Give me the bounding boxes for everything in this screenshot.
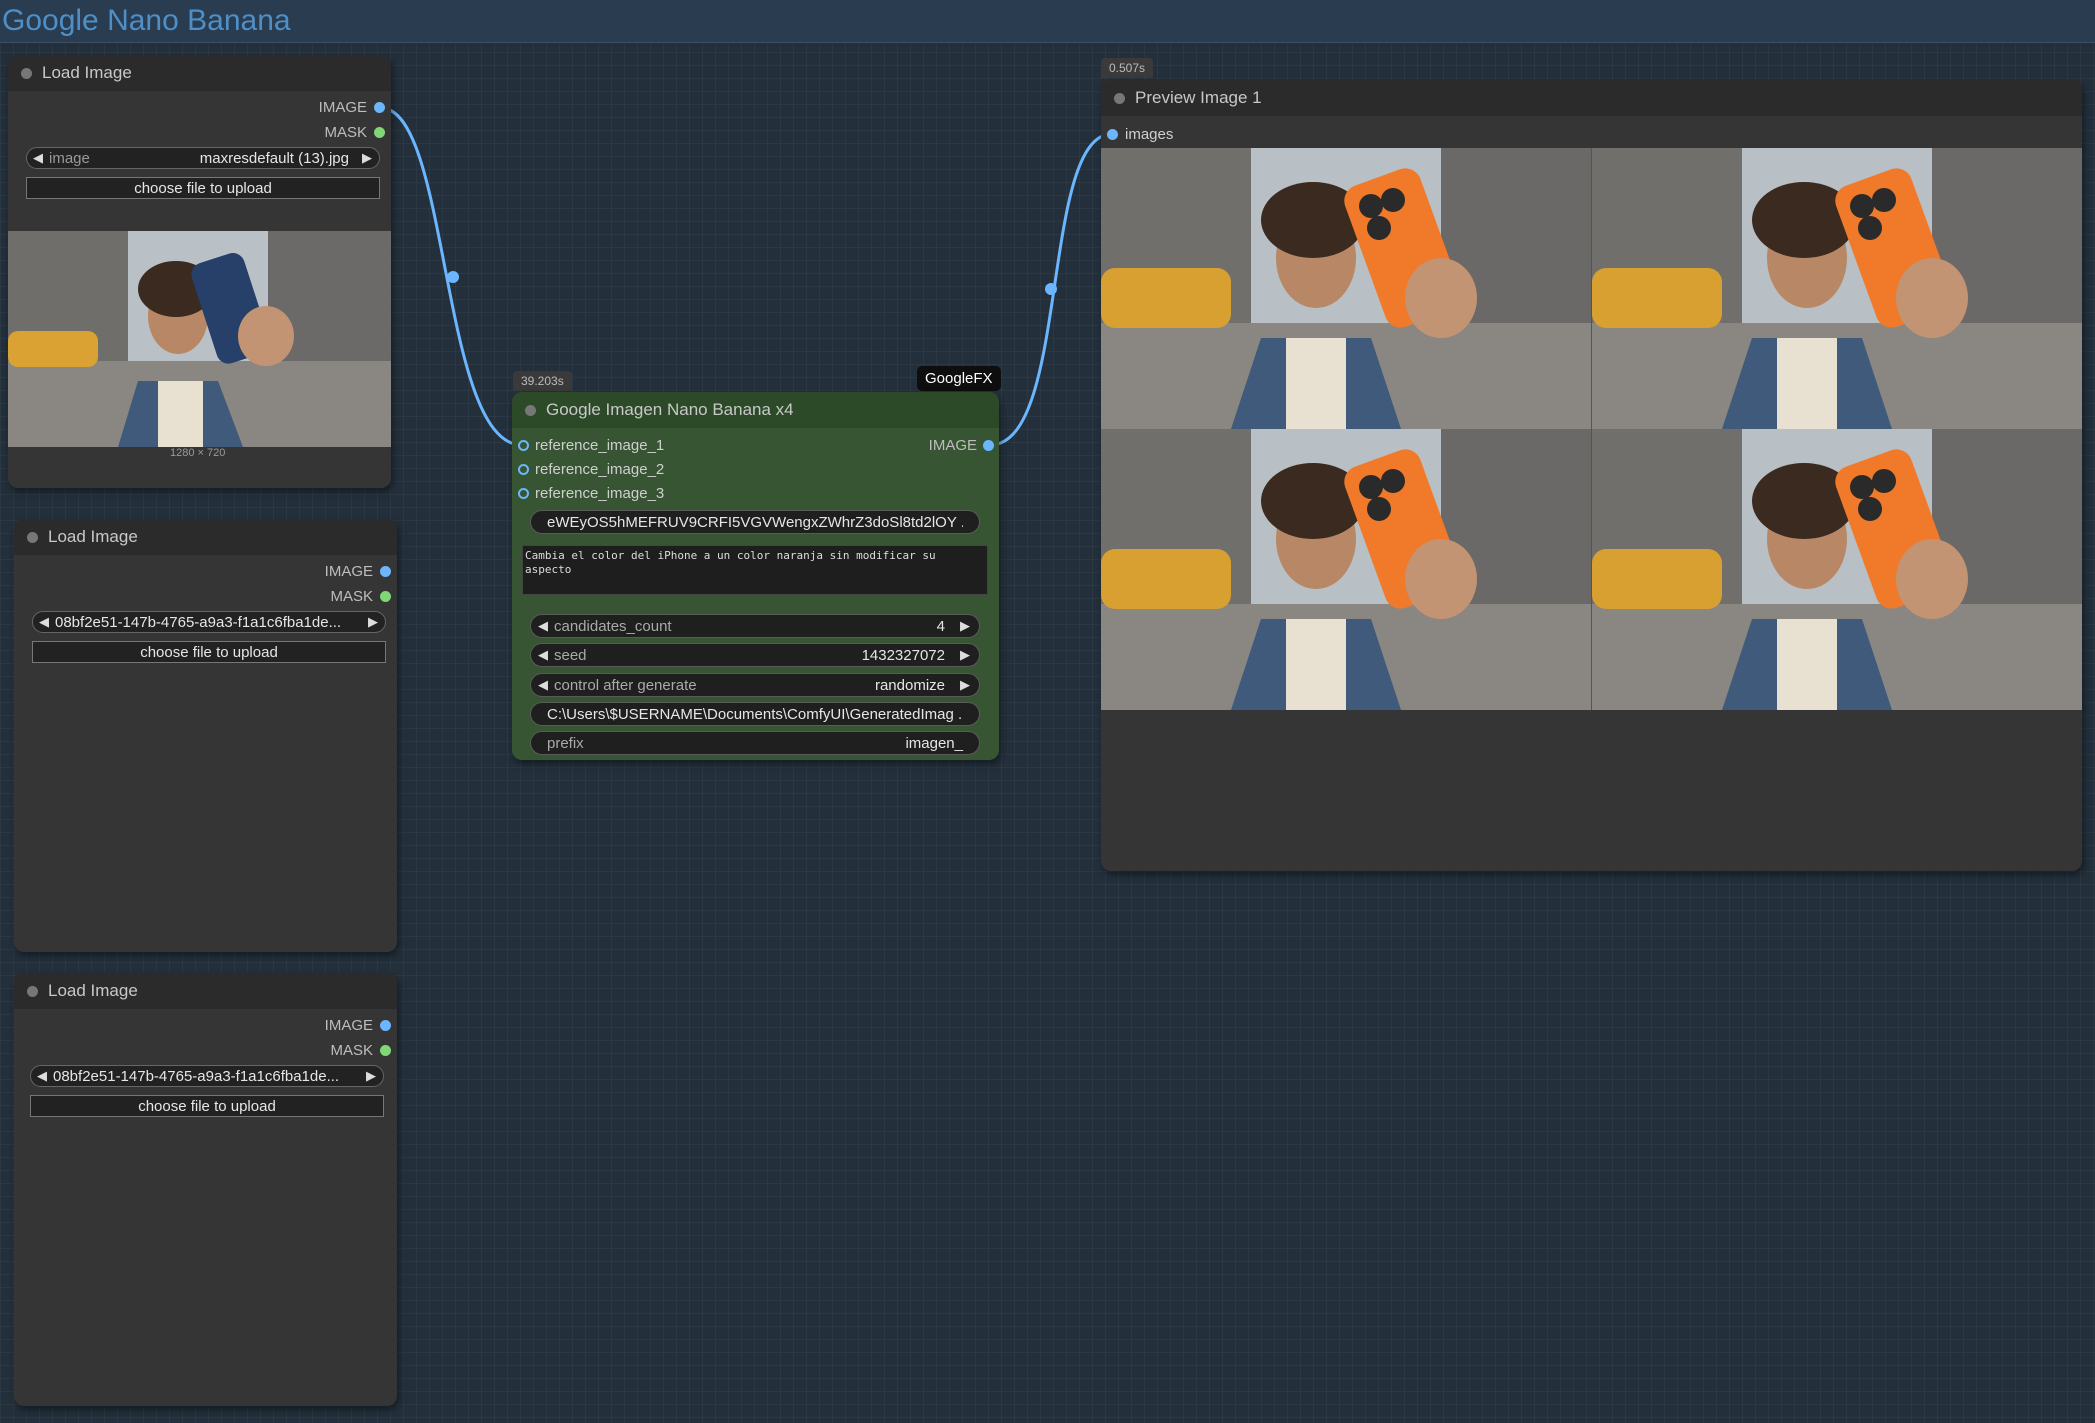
combo-value: 08bf2e51-147b-4765-a9a3-f1a1c6fba1de...: [53, 1068, 340, 1085]
left-arrow-icon[interactable]: ◀: [538, 677, 548, 693]
candidates-count-widget[interactable]: ◀ candidates_count 4 ▶: [530, 614, 980, 638]
upload-button[interactable]: choose file to upload: [26, 177, 380, 199]
input-socket-ref1[interactable]: [518, 440, 529, 451]
preview-grid-illustration: [1101, 148, 2082, 710]
output-label-image: IMAGE: [324, 1017, 373, 1034]
node-title: Load Image: [42, 63, 132, 82]
input-socket-ref3[interactable]: [518, 488, 529, 499]
left-arrow-icon[interactable]: ◀: [538, 647, 548, 663]
node-title: Google Imagen Nano Banana x4: [546, 400, 794, 419]
output-socket-image[interactable]: [374, 102, 385, 113]
status-dot-icon: [525, 405, 536, 416]
right-arrow-icon[interactable]: ▶: [960, 647, 970, 663]
hand: [238, 306, 294, 366]
node-header[interactable]: Preview Image 1: [1101, 80, 2082, 116]
widget-label: prefix: [547, 735, 584, 752]
output-label-image: IMAGE: [324, 563, 373, 580]
widget-label: candidates_count: [554, 618, 672, 635]
control-after-generate-widget[interactable]: ◀ control after generate randomize ▶: [530, 673, 980, 697]
input-label-ref3: reference_image_3: [535, 485, 665, 502]
left-arrow-icon[interactable]: ◀: [39, 614, 49, 630]
input-label-ref1: reference_image_1: [535, 437, 665, 454]
api-key-field[interactable]: eWEyOS5hMEFRUV9CRFI5VGVWengxZWhrZ3doSl8t…: [530, 510, 980, 534]
upload-button[interactable]: choose file to upload: [32, 641, 386, 663]
node-header[interactable]: Load Image: [14, 973, 397, 1009]
output-socket-mask[interactable]: [380, 591, 391, 602]
node-source-badge: GoogleFX: [917, 366, 1001, 391]
execution-time: 0.507s: [1101, 58, 1154, 78]
left-arrow-icon[interactable]: ◀: [538, 618, 548, 634]
output-label-image: IMAGE: [928, 437, 977, 454]
widget-label: control after generate: [554, 677, 697, 694]
preview-image-node[interactable]: Preview Image 1 images: [1101, 80, 2082, 871]
left-arrow-icon[interactable]: ◀: [33, 150, 43, 166]
widget-value: randomize: [874, 677, 945, 694]
output-socket-image[interactable]: [380, 1020, 391, 1031]
widget-label: seed: [554, 647, 587, 664]
upload-button[interactable]: choose file to upload: [30, 1095, 384, 1117]
prompt-textarea[interactable]: Cambia el color del iPhone a un color na…: [522, 545, 988, 595]
load-image-node-3[interactable]: Load Image IMAGE MASK ◀ 08bf2e51-147b-47…: [14, 973, 397, 1406]
node-header[interactable]: Load Image: [8, 55, 391, 91]
output-label-mask: MASK: [330, 588, 373, 605]
combo-value: maxresdefault (13).jpg: [199, 150, 349, 167]
node-title: Preview Image 1: [1135, 88, 1262, 107]
tshirt: [158, 381, 203, 447]
seed-widget[interactable]: ◀ seed 1432327072 ▶: [530, 643, 980, 667]
preview-grid: [1101, 148, 2082, 710]
image-combo[interactable]: ◀ 08bf2e51-147b-4765-a9a3-f1a1c6fba1de..…: [30, 1065, 384, 1087]
node-header[interactable]: Google Imagen Nano Banana x4: [512, 392, 999, 428]
output-label-image: IMAGE: [318, 99, 367, 116]
taxi: [8, 331, 98, 367]
link-midpoint-1: [447, 271, 459, 283]
left-arrow-icon[interactable]: ◀: [37, 1068, 47, 1084]
api-key-value: eWEyOS5hMEFRUV9CRFI5VGVWengxZWhrZ3doSl8t…: [547, 514, 963, 531]
image-combo[interactable]: ◀ 08bf2e51-147b-4765-a9a3-f1a1c6fba1de..…: [32, 611, 386, 633]
output-path-widget[interactable]: C:\Users\$USERNAME\Documents\ComfyUI\Gen…: [530, 702, 980, 726]
output-path-value: C:\Users\$USERNAME\Documents\ComfyUI\Gen…: [547, 706, 963, 723]
output-socket-mask[interactable]: [380, 1045, 391, 1056]
widget-value: 1432327072: [861, 647, 945, 664]
photo-illustration: [8, 231, 391, 447]
input-label-images: images: [1125, 126, 1174, 143]
output-socket-mask[interactable]: [374, 127, 385, 138]
right-arrow-icon[interactable]: ▶: [960, 677, 970, 693]
status-dot-icon: [27, 986, 38, 997]
loaded-image-preview: [8, 231, 391, 447]
node-header[interactable]: Load Image: [14, 519, 397, 555]
widget-value: 4: [936, 618, 945, 635]
right-arrow-icon[interactable]: ▶: [362, 150, 372, 166]
output-socket-image[interactable]: [380, 566, 391, 577]
status-dot-icon: [27, 532, 38, 543]
output-label-mask: MASK: [330, 1042, 373, 1059]
input-socket-images[interactable]: [1107, 129, 1118, 140]
status-dot-icon: [1114, 93, 1125, 104]
right-arrow-icon[interactable]: ▶: [368, 614, 378, 630]
right-arrow-icon[interactable]: ▶: [960, 618, 970, 634]
widget-value: imagen_: [905, 735, 963, 752]
link-midpoint-2: [1045, 283, 1057, 295]
execution-time: 39.203s: [513, 371, 572, 391]
right-arrow-icon[interactable]: ▶: [366, 1068, 376, 1084]
image-dimensions: 1280 × 720: [170, 447, 226, 459]
output-socket-image[interactable]: [983, 440, 994, 451]
load-image-node-2[interactable]: Load Image IMAGE MASK ◀ 08bf2e51-147b-47…: [14, 519, 397, 952]
combo-label: image: [49, 150, 90, 167]
combo-value: 08bf2e51-147b-4765-a9a3-f1a1c6fba1de...: [55, 614, 342, 631]
input-socket-ref2[interactable]: [518, 464, 529, 475]
nano-banana-node[interactable]: Google Imagen Nano Banana x4 reference_i…: [512, 392, 999, 760]
output-label-mask: MASK: [324, 124, 367, 141]
image-combo[interactable]: ◀ image maxresdefault (13).jpg ▶: [26, 147, 380, 169]
node-title: Load Image: [48, 981, 138, 1000]
input-label-ref2: reference_image_2: [535, 461, 665, 478]
prefix-widget[interactable]: prefix imagen_: [530, 731, 980, 755]
node-title: Load Image: [48, 527, 138, 546]
status-dot-icon: [21, 68, 32, 79]
load-image-node-1[interactable]: Load Image IMAGE MASK ◀ image maxresdefa…: [8, 55, 391, 488]
